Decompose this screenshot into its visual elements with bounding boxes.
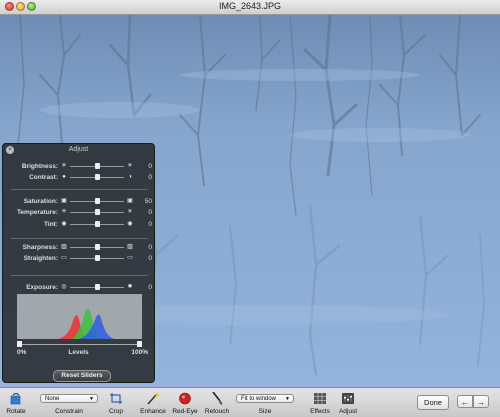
sliders-icon	[342, 393, 354, 404]
straighten-min-icon: ▭	[61, 255, 67, 261]
contrast-row: Contrast: ● ◑ 0	[3, 173, 156, 183]
red-eye-label: Red-Eye	[172, 408, 198, 415]
separator	[11, 275, 148, 276]
contrast-value: 0	[148, 174, 152, 181]
saturation-label: Saturation:	[23, 198, 58, 205]
contrast-slider-thumb[interactable]	[94, 174, 100, 180]
brush-icon	[212, 392, 223, 405]
size-label: Size	[258, 408, 272, 415]
done-button[interactable]: Done	[417, 395, 449, 410]
adjust-button[interactable]: Adjust	[335, 388, 361, 417]
retouch-button[interactable]: Retouch	[203, 388, 231, 417]
brightness-max-icon: ☀	[127, 163, 133, 169]
levels-track	[17, 344, 142, 345]
levels-max-label: 100%	[131, 349, 148, 356]
levels-black-point-handle[interactable]	[17, 341, 22, 347]
tint-label: Tint:	[44, 221, 58, 228]
separator	[11, 189, 148, 190]
adjust-panel: × Adjust Brightness: ☀ ☀ 0 Contrast: ● ◑ 0 Satur…	[2, 143, 155, 383]
temperature-max-icon: ☀	[127, 209, 133, 215]
straighten-label: Straighten:	[23, 255, 58, 262]
brightness-min-icon: ☀	[61, 163, 67, 169]
saturation-slider-thumb[interactable]	[94, 198, 100, 204]
tint-min-icon: ◉	[61, 221, 67, 227]
straighten-value: 0	[148, 255, 152, 262]
tint-value: 0	[148, 221, 152, 228]
separator	[11, 238, 148, 239]
straighten-row: Straighten: ▭ ▭ 0	[3, 254, 156, 264]
temperature-row: Temperature: ✳ ☀ 0	[3, 208, 156, 218]
exposure-max-icon: ✸	[127, 284, 133, 290]
levels-white-point-handle[interactable]	[137, 341, 142, 347]
exposure-row: Exposure: ◎ ✸ 0	[3, 283, 156, 293]
temperature-slider-thumb[interactable]	[94, 209, 100, 215]
size-group: Size	[236, 388, 294, 417]
retouch-label: Retouch	[204, 408, 230, 415]
saturation-value: 50	[144, 198, 152, 205]
bottom-toolbar: Rotate None ▼ Constrain Crop Enhance Red…	[0, 387, 500, 417]
crop-button[interactable]: Crop	[103, 388, 129, 417]
enhance-label: Enhance	[140, 408, 166, 415]
saturation-max-icon: ▣	[127, 198, 133, 204]
saturation-min-icon: ▣	[61, 198, 67, 204]
contrast-max-icon: ◑	[128, 174, 132, 180]
sharpness-row: Sharpness: ▧ ▧ 0	[3, 243, 156, 253]
exposure-slider-thumb[interactable]	[94, 284, 100, 290]
levels-slider[interactable]	[17, 341, 142, 347]
contrast-label: Contrast:	[29, 174, 58, 181]
title-bar: IMG_2643.JPG	[0, 0, 500, 15]
temperature-label: Temperature:	[16, 209, 58, 216]
sharpness-max-icon: ▧	[127, 244, 133, 250]
rotate-icon	[10, 393, 21, 405]
red-eye-icon	[179, 392, 191, 405]
next-arrow-button[interactable]: →	[473, 395, 489, 408]
sharpness-slider-thumb[interactable]	[94, 244, 100, 250]
temperature-min-icon: ✳	[61, 209, 67, 215]
magic-wand-icon	[147, 392, 160, 405]
crop-label: Crop	[108, 408, 124, 415]
adjust-label: Adjust	[338, 408, 358, 415]
brightness-row: Brightness: ☀ ☀ 0	[3, 162, 156, 172]
brightness-label: Brightness:	[21, 163, 58, 170]
window-title: IMG_2643.JPG	[218, 1, 282, 11]
constrain-group: Constrain	[40, 388, 98, 417]
saturation-row: Saturation: ▣ ▣ 50	[3, 197, 156, 207]
rotate-label: Rotate	[6, 408, 26, 415]
constrain-label: Constrain	[55, 408, 83, 415]
tint-row: Tint: ◉ ◉ 0	[3, 220, 156, 230]
rotate-button[interactable]: Rotate	[2, 388, 30, 417]
effects-button[interactable]: Effects	[307, 388, 333, 417]
sharpness-value: 0	[148, 244, 152, 251]
brightness-value: 0	[148, 163, 152, 170]
exposure-label: Exposure:	[26, 284, 58, 291]
temperature-value: 0	[148, 209, 152, 216]
red-eye-button[interactable]: Red-Eye	[171, 388, 199, 417]
reset-sliders-button[interactable]: Reset Sliders	[53, 370, 111, 382]
effects-grid-icon	[314, 393, 326, 404]
tint-max-icon: ◉	[127, 221, 133, 227]
brightness-slider-thumb[interactable]	[94, 163, 100, 169]
histogram	[17, 294, 142, 339]
exposure-min-icon: ◎	[61, 284, 67, 290]
sharpness-min-icon: ▧	[61, 244, 67, 250]
contrast-min-icon: ●	[62, 174, 66, 180]
straighten-max-icon: ▭	[127, 255, 133, 261]
enhance-button[interactable]: Enhance	[139, 388, 167, 417]
exposure-value: 0	[148, 284, 152, 291]
adjust-panel-title: Adjust	[68, 146, 89, 153]
straighten-slider-thumb[interactable]	[94, 255, 100, 261]
tint-slider-thumb[interactable]	[94, 221, 100, 227]
effects-label: Effects	[310, 408, 330, 415]
sharpness-label: Sharpness:	[22, 244, 58, 251]
previous-arrow-button[interactable]: ←	[457, 395, 473, 408]
crop-icon	[110, 393, 122, 404]
